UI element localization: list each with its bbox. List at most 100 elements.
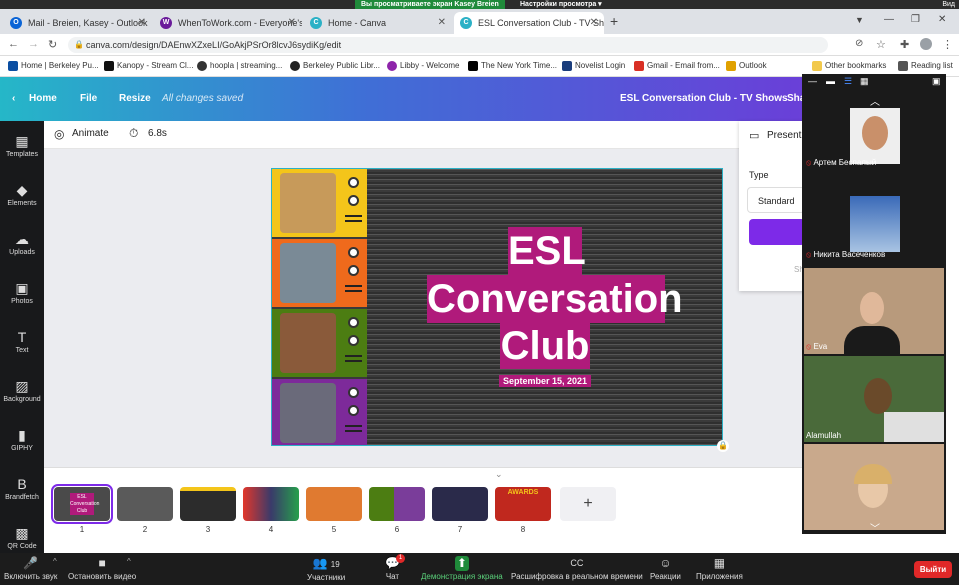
sidebar-item-photos[interactable]: ▣ Photos — [0, 274, 44, 318]
thumbnail-number: 3 — [205, 525, 211, 534]
tab-search-icon[interactable]: ▼ — [855, 15, 864, 25]
tab-outlook[interactable]: O Mail - Breien, Kasey - Outlook ✕ — [4, 12, 152, 34]
thumbnail-7[interactable] — [432, 487, 488, 521]
sidebar-item-elements[interactable]: ◆ Elements — [0, 176, 44, 220]
chevron-down-icon[interactable]: ⌄ — [495, 469, 503, 480]
chevron-down-icon[interactable]: ﹀ — [870, 520, 880, 535]
bookmark-other[interactable]: Other bookmarks — [812, 60, 886, 72]
bookmark-kanopy[interactable]: Kanopy - Stream Cl... — [104, 60, 193, 72]
thumbnail-number: 4 — [268, 525, 274, 534]
uploads-icon: ☁ — [15, 231, 29, 247]
share-screen-button[interactable]: ⬆ Демонстрация экрана — [421, 556, 503, 581]
participant-tile[interactable]: Alamullah — [804, 356, 944, 442]
apps-button[interactable]: ▦ Приложения — [696, 556, 743, 581]
tv-knob — [348, 387, 359, 398]
view-options-button[interactable]: Настройки просмотра ▾ — [520, 0, 602, 9]
thumbnail-6[interactable] — [369, 487, 425, 521]
chevron-up-icon[interactable]: ^ — [53, 557, 57, 566]
thumbnail-8[interactable]: AWARDS — [495, 487, 551, 521]
speaker-view-icon[interactable]: ▬ — [826, 76, 835, 86]
bookmark-icon — [468, 61, 478, 71]
chevron-left-icon[interactable]: ‹ — [12, 92, 15, 106]
close-icon[interactable]: ✕ — [288, 12, 296, 34]
slide-date[interactable]: September 15, 2021 — [499, 375, 592, 387]
browser-tab-bar: O Mail - Breien, Kasey - Outlook ✕ W Whe… — [0, 9, 959, 34]
add-page-button[interactable]: + — [560, 487, 616, 521]
type-select[interactable]: Standard — [747, 187, 805, 213]
bookmark-gmail[interactable]: Gmail - Email from... — [634, 60, 720, 72]
participant-video — [850, 196, 900, 252]
tab-esl-club[interactable]: C ESL Conversation Club - TV Sho ✕ — [454, 12, 604, 34]
home-button[interactable]: Home — [29, 92, 57, 106]
close-icon[interactable]: ✕ — [438, 12, 446, 34]
chevron-up-icon[interactable]: ^ — [127, 557, 131, 566]
sidebar-item-giphy[interactable]: ▮ GIPHY — [0, 421, 44, 465]
maximize-icon[interactable]: ❐ — [911, 14, 920, 25]
slide-title-line2[interactable]: Conversation — [427, 275, 683, 323]
doc-title[interactable]: ESL Conversation Club - TV Shows — [620, 92, 788, 106]
close-icon[interactable]: ✕ — [590, 12, 598, 34]
strip-view-icon[interactable]: ☰ — [844, 76, 852, 87]
gallery-view-icon[interactable]: ▦ — [860, 76, 869, 87]
sidebar-item-uploads[interactable]: ☁ Uploads — [0, 225, 44, 269]
tv-photo — [280, 243, 336, 303]
participants-button[interactable]: 👥 19 Участники — [307, 556, 345, 582]
sidebar-item-templates[interactable]: ▦ Templates — [0, 127, 44, 171]
star-icon[interactable]: ☆ — [876, 38, 886, 51]
window-close-icon[interactable]: ✕ — [938, 14, 946, 25]
lock-icon[interactable]: 🔒 — [717, 440, 729, 452]
sidebar-item-brandfetch[interactable]: B Brandfetch — [0, 470, 44, 514]
sidebar-item-text[interactable]: T Text — [0, 323, 44, 367]
bookmark-nyt[interactable]: The New York Time... — [468, 60, 557, 72]
bookmark-icon — [197, 61, 207, 71]
thumbnail-3[interactable] — [180, 487, 236, 521]
tv-grille — [345, 360, 362, 362]
body-shape — [844, 326, 900, 354]
eye-off-icon[interactable]: ⊘ — [855, 38, 863, 49]
thumbnail-4[interactable] — [243, 487, 299, 521]
thumbnail-2[interactable] — [117, 487, 173, 521]
file-menu[interactable]: File — [80, 92, 97, 106]
menu-icon[interactable]: ⋮ — [942, 38, 953, 51]
view-label[interactable]: Вид — [942, 0, 955, 9]
new-tab-button[interactable]: + — [610, 13, 618, 29]
animate-button[interactable]: Animate — [72, 128, 109, 139]
slide-title-line1[interactable]: ESL — [508, 227, 586, 275]
bookmark-bpl[interactable]: Berkeley Public Libr... — [290, 60, 380, 72]
profile-avatar[interactable] — [920, 38, 932, 50]
participant-tile[interactable]: ⦸ Артем Беспалый — [804, 106, 944, 192]
reactions-button[interactable]: ☺ Реакции — [650, 556, 681, 581]
duration-button[interactable]: 6.8s — [148, 128, 167, 139]
present-button[interactable] — [749, 219, 805, 245]
participant-tile[interactable]: ⦸ Eva — [804, 268, 944, 354]
leave-button[interactable]: Выйти — [914, 561, 952, 578]
minimize-icon[interactable]: — — [808, 76, 817, 86]
tab-whentowork[interactable]: W WhenToWork.com - Everyone's S ✕ — [154, 12, 302, 34]
expand-icon[interactable]: ▣ — [932, 76, 941, 87]
thumbnail-1[interactable]: ESL Conversation Club — [51, 484, 113, 524]
stop-video-button[interactable]: ■ Остановить видео — [68, 556, 136, 581]
close-icon[interactable]: ✕ — [138, 12, 146, 34]
resize-button[interactable]: Resize — [119, 92, 151, 106]
bookmark-reading-list[interactable]: Reading list — [898, 60, 953, 72]
back-icon[interactable]: ← — [8, 38, 19, 50]
bookmark-berkeley[interactable]: Home | Berkeley Pu... — [8, 60, 99, 72]
tab-canva-home[interactable]: C Home - Canva ✕ — [304, 12, 452, 34]
thumbnail-5[interactable] — [306, 487, 362, 521]
bookmark-hoopla[interactable]: hoopla | streaming... — [197, 60, 282, 72]
url-field[interactable]: 🔒 canva.com/design/DAEnwXZxeLI/GoAkjPSrO… — [68, 37, 828, 53]
extensions-icon[interactable]: ✚ — [900, 38, 909, 51]
slide-canvas[interactable]: ESL Conversation Club September 15, 2021 — [271, 168, 723, 446]
bookmark-novelist[interactable]: Novelist Login — [562, 60, 625, 72]
bookmark-libby[interactable]: Libby - Welcome — [387, 60, 459, 72]
unmute-button[interactable]: 🎤 Включить звук — [4, 556, 57, 581]
sidebar-item-background[interactable]: ▨ Background — [0, 372, 44, 416]
reload-icon[interactable]: ↻ — [48, 38, 57, 51]
participant-tile[interactable] — [804, 444, 944, 530]
slide-title-line3[interactable]: Club — [500, 323, 590, 369]
minimize-icon[interactable]: — — [884, 14, 894, 25]
forward-icon[interactable]: → — [28, 38, 39, 50]
body-shape — [884, 412, 944, 442]
live-transcript-button[interactable]: CC Расшифровка в реальном времени — [511, 556, 643, 581]
bookmark-outlook[interactable]: Outlook — [726, 60, 767, 72]
